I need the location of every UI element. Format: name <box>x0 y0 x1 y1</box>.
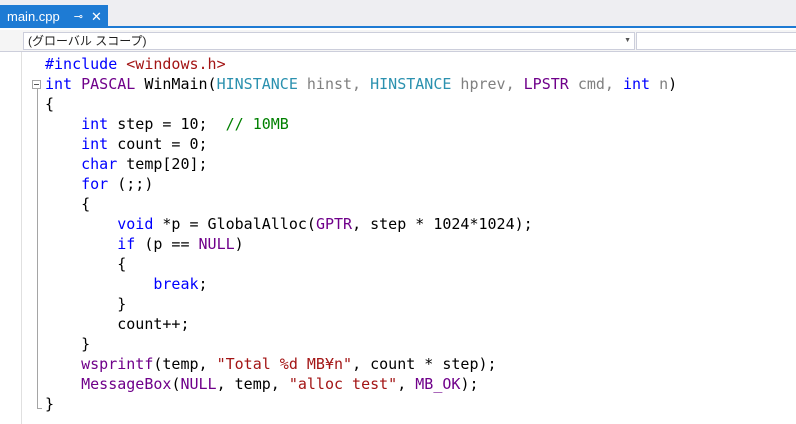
code-line[interactable]: count++; <box>45 314 677 334</box>
code-line[interactable]: } <box>45 334 677 354</box>
chevron-down-icon: ▼ <box>624 37 631 44</box>
code-token: hinst, <box>297 75 371 93</box>
editor-gutter <box>0 52 22 424</box>
code-token: , temp, <box>216 375 289 393</box>
code-token: { <box>45 255 127 273</box>
code-line[interactable]: int count = 0; <box>45 134 677 154</box>
outline-line <box>37 89 38 408</box>
code-token: HINSTANCE <box>370 75 452 93</box>
code-token: , step * 1024*1024); <box>352 215 533 233</box>
close-icon[interactable]: ✕ <box>91 9 102 25</box>
code-token: { <box>45 195 91 213</box>
code-token: if <box>117 235 136 253</box>
code-token: (;;) <box>108 175 154 193</box>
outline-end <box>37 408 42 409</box>
code-token: count = 0; <box>108 135 208 153</box>
tab-title: main.cpp <box>7 9 60 24</box>
code-line[interactable]: for (;;) <box>45 174 677 194</box>
code-token: temp[20]; <box>117 155 208 173</box>
code-line[interactable]: MessageBox(NULL, temp, "alloc test", MB_… <box>45 374 677 394</box>
code-token: ; <box>198 275 208 293</box>
code-token: #include <box>45 55 118 73</box>
code-line[interactable]: } <box>45 294 677 314</box>
code-token: "Total %d MB¥n" <box>216 355 353 373</box>
code-text[interactable]: #include <windows.h> int PASCAL WinMain(H… <box>45 54 677 414</box>
code-token: n <box>650 75 669 93</box>
code-token: , <box>397 375 416 393</box>
tab-main-cpp[interactable]: main.cpp ⊸ ✕ <box>0 5 108 28</box>
member-dropdown[interactable] <box>636 32 796 50</box>
code-token: <windows.h> <box>126 55 226 73</box>
code-token: HINSTANCE <box>216 75 298 93</box>
code-token: ) <box>234 235 244 253</box>
code-token: "alloc test" <box>288 375 398 393</box>
code-token: ) <box>668 75 678 93</box>
code-line[interactable]: if (p == NULL) <box>45 234 677 254</box>
code-token: int <box>623 75 651 93</box>
code-token: (p == <box>135 235 199 253</box>
code-token: cmd, <box>568 75 623 93</box>
code-token: { <box>45 95 55 113</box>
code-token: (temp, <box>153 355 217 373</box>
scope-value: (グローバル スコープ) <box>28 34 147 48</box>
code-line[interactable]: int PASCAL WinMain(HINSTANCE hinst, HINS… <box>45 74 677 94</box>
code-line[interactable]: { <box>45 94 677 114</box>
code-token: } <box>45 335 91 353</box>
code-token: ); <box>460 375 479 393</box>
code-line[interactable]: char temp[20]; <box>45 154 677 174</box>
code-token: void <box>117 215 154 233</box>
scope-dropdown[interactable]: (グローバル スコープ) ▼ <box>23 32 635 50</box>
code-token: , count * step); <box>352 355 497 373</box>
code-token: MB_OK <box>415 375 461 393</box>
code-token: int <box>81 115 109 133</box>
code-line[interactable]: } <box>45 394 677 414</box>
code-token: int <box>45 75 73 93</box>
pin-icon[interactable]: ⊸ <box>74 10 83 23</box>
code-token: NULL <box>180 375 217 393</box>
code-token: GPTR <box>315 215 353 233</box>
code-line[interactable]: { <box>45 254 677 274</box>
code-token: count++; <box>45 315 190 333</box>
code-token: step = 10; <box>108 115 226 133</box>
navigation-bar: (グローバル スコープ) ▼ <box>0 30 796 52</box>
code-line[interactable]: void *p = GlobalAlloc(GPTR, step * 1024*… <box>45 214 677 234</box>
code-line[interactable]: #include <windows.h> <box>45 54 677 74</box>
code-token: // 10MB <box>225 115 289 133</box>
code-token: } <box>45 395 55 413</box>
code-editor[interactable]: #include <windows.h> int PASCAL WinMain(H… <box>0 52 796 424</box>
code-token: PASCAL <box>81 75 136 93</box>
code-token: hprev, <box>451 75 524 93</box>
code-token: WinMain( <box>135 75 217 93</box>
document-tab-strip: main.cpp ⊸ ✕ <box>0 0 796 28</box>
code-token: LPSTR <box>523 75 569 93</box>
code-line[interactable]: { <box>45 194 677 214</box>
collapse-icon[interactable] <box>32 80 41 89</box>
code-token: int <box>81 135 109 153</box>
code-token: MessageBox <box>81 375 172 393</box>
code-token: for <box>81 175 109 193</box>
code-token: NULL <box>198 235 235 253</box>
code-token: wsprintf <box>81 355 154 373</box>
code-token: break <box>153 275 199 293</box>
code-token: char <box>81 155 118 173</box>
code-line[interactable]: int step = 10; // 10MB <box>45 114 677 134</box>
code-line[interactable]: break; <box>45 274 677 294</box>
code-token: } <box>45 295 127 313</box>
code-line[interactable]: wsprintf(temp, "Total %d MB¥n", count * … <box>45 354 677 374</box>
code-token: *p = GlobalAlloc( <box>153 215 316 233</box>
